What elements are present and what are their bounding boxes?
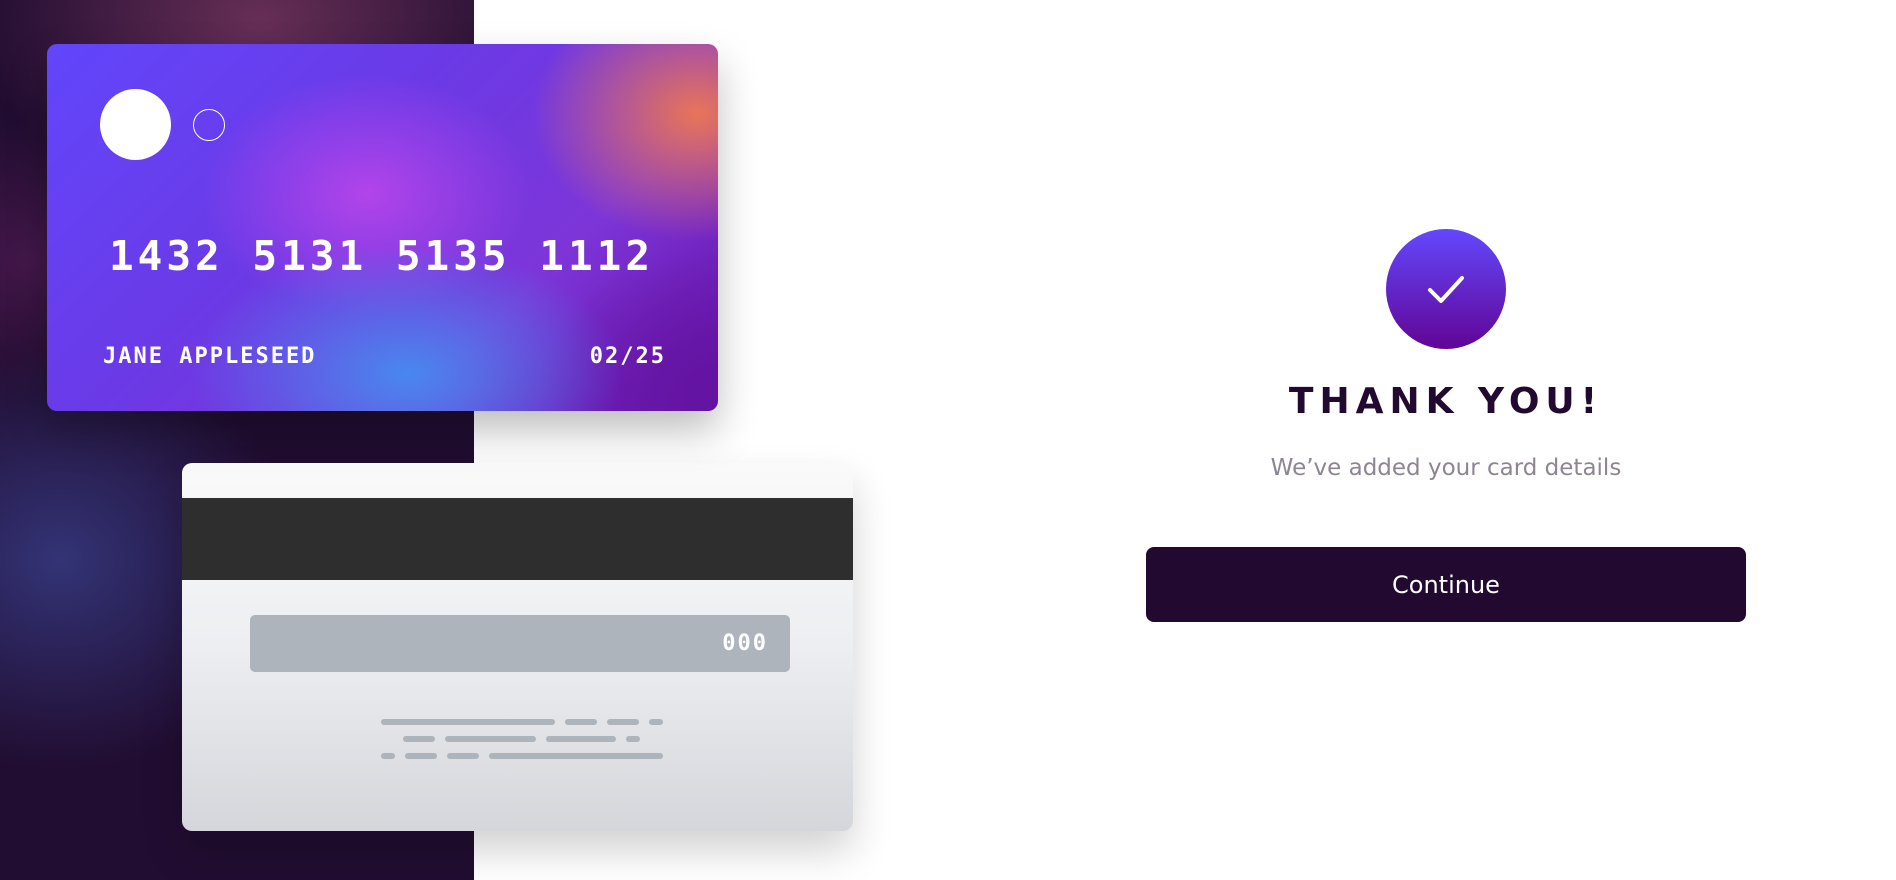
circle-outline-icon	[193, 109, 225, 141]
card-holder-name: JANE APPLESEED	[103, 344, 317, 369]
card-fine-print-lines	[381, 719, 663, 769]
circle-filled-icon	[100, 89, 171, 160]
page: 000 1432 5131 5135 1112 JANE APPLESEED 0…	[0, 0, 1896, 880]
card-back: 000	[182, 463, 853, 831]
success-badge	[1386, 229, 1506, 349]
card-number: 1432 5131 5135 1112	[109, 232, 654, 280]
complete-state: THANK YOU! We’ve added your card details…	[1146, 229, 1746, 624]
continue-button[interactable]: Continue	[1146, 547, 1746, 622]
confirmation-message: We’ve added your card details	[1270, 455, 1622, 481]
card-expiry-date: 02/25	[589, 344, 666, 369]
card-cvc: 000	[250, 615, 790, 672]
magnetic-stripe	[182, 498, 853, 580]
checkmark-icon	[1428, 276, 1464, 303]
card-front: 1432 5131 5135 1112 JANE APPLESEED 02/25	[47, 44, 718, 411]
thank-you-heading: THANK YOU!	[1288, 381, 1604, 422]
